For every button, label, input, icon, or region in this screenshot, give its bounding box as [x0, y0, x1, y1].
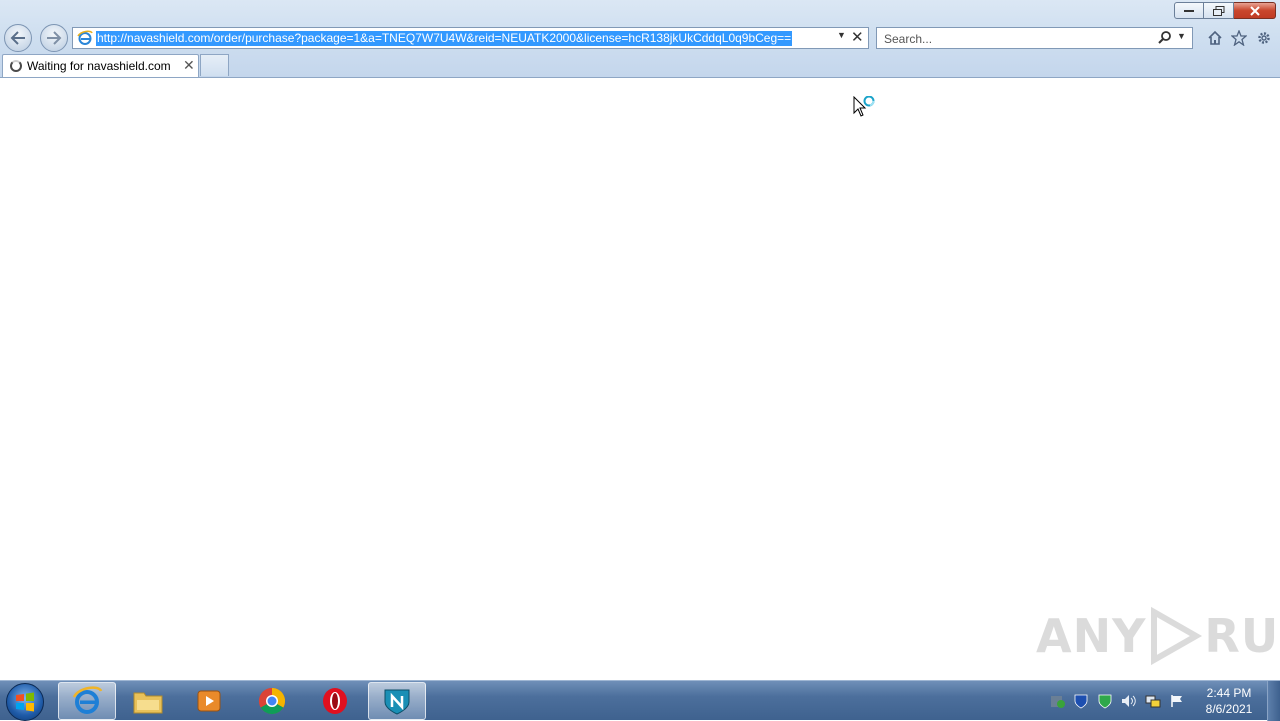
media-player-icon	[197, 690, 221, 712]
show-desktop-button[interactable]	[1267, 681, 1280, 721]
forward-button[interactable]	[40, 24, 68, 52]
system-tray	[1048, 693, 1186, 709]
watermark-text-left: ANY	[1036, 609, 1147, 663]
clock-time: 2:44 PM	[1206, 686, 1252, 700]
browser-tab[interactable]: Waiting for navashield.com ✕	[2, 54, 199, 77]
window-controls	[1174, 2, 1276, 19]
restore-button[interactable]	[1204, 2, 1234, 19]
home-icon[interactable]	[1206, 29, 1224, 47]
search-icon[interactable]	[1157, 30, 1173, 46]
new-tab-button[interactable]	[200, 54, 229, 76]
address-url: http://navashield.com/order/purchase?pac…	[96, 31, 793, 46]
forward-icon	[47, 31, 62, 45]
page-content	[0, 78, 1280, 680]
opera-icon	[323, 688, 347, 714]
folder-icon	[133, 692, 163, 714]
security-icon[interactable]	[1048, 693, 1066, 709]
watermark-text-right: RUN	[1204, 609, 1280, 663]
address-bar[interactable]: http://navashield.com/order/purchase?pac…	[72, 27, 869, 49]
shield-icon[interactable]	[1072, 693, 1090, 709]
system-clock[interactable]: 2:44 PM 8/6/2021	[1196, 685, 1262, 717]
search-placeholder: Search...	[884, 32, 933, 46]
browser-chrome: http://navashield.com/order/purchase?pac…	[0, 0, 1280, 78]
busy-cursor-icon	[853, 96, 875, 117]
taskbar-opera[interactable]	[306, 682, 364, 720]
back-button[interactable]	[4, 24, 32, 52]
clock-date: 8/6/2021	[1205, 702, 1253, 716]
taskbar-file-explorer[interactable]	[119, 682, 177, 720]
gear-icon[interactable]	[1255, 29, 1273, 47]
start-button[interactable]	[6, 683, 44, 721]
taskbar-internet-explorer[interactable]	[58, 682, 116, 720]
internet-explorer-icon	[72, 686, 103, 714]
restore-icon	[1212, 5, 1224, 16]
favorites-star-icon[interactable]	[1230, 29, 1248, 47]
search-box[interactable]: Search... ▼	[876, 27, 1193, 49]
taskbar-navashield[interactable]	[368, 682, 426, 720]
minimize-icon	[1184, 9, 1194, 12]
back-icon	[10, 31, 25, 45]
taskbar: 2:44 PM 8/6/2021	[0, 680, 1280, 721]
search-dropdown-icon[interactable]: ▼	[1177, 31, 1186, 41]
close-icon	[1249, 5, 1260, 16]
dropdown-icon[interactable]: ▼	[837, 30, 846, 40]
navashield-icon	[384, 689, 410, 715]
minimize-button[interactable]	[1174, 2, 1204, 19]
windows-logo-icon	[16, 692, 34, 712]
tab-close-icon[interactable]: ✕	[183, 57, 195, 74]
green-shield-icon[interactable]	[1096, 693, 1114, 709]
close-window-button[interactable]	[1234, 2, 1276, 19]
tab-title: Waiting for navashield.com	[27, 59, 171, 73]
taskbar-chrome[interactable]	[243, 682, 301, 720]
ie-page-icon	[77, 30, 93, 45]
loading-spinner-icon	[10, 60, 22, 72]
watermark: ANY RUN	[1036, 606, 1280, 666]
volume-icon[interactable]	[1120, 693, 1138, 709]
network-icon[interactable]	[1144, 693, 1162, 709]
stop-icon[interactable]: ✕	[851, 28, 864, 48]
taskbar-media-player[interactable]	[180, 682, 238, 720]
flag-icon[interactable]	[1168, 693, 1186, 709]
play-logo-icon	[1151, 606, 1203, 666]
chrome-icon	[258, 687, 286, 715]
